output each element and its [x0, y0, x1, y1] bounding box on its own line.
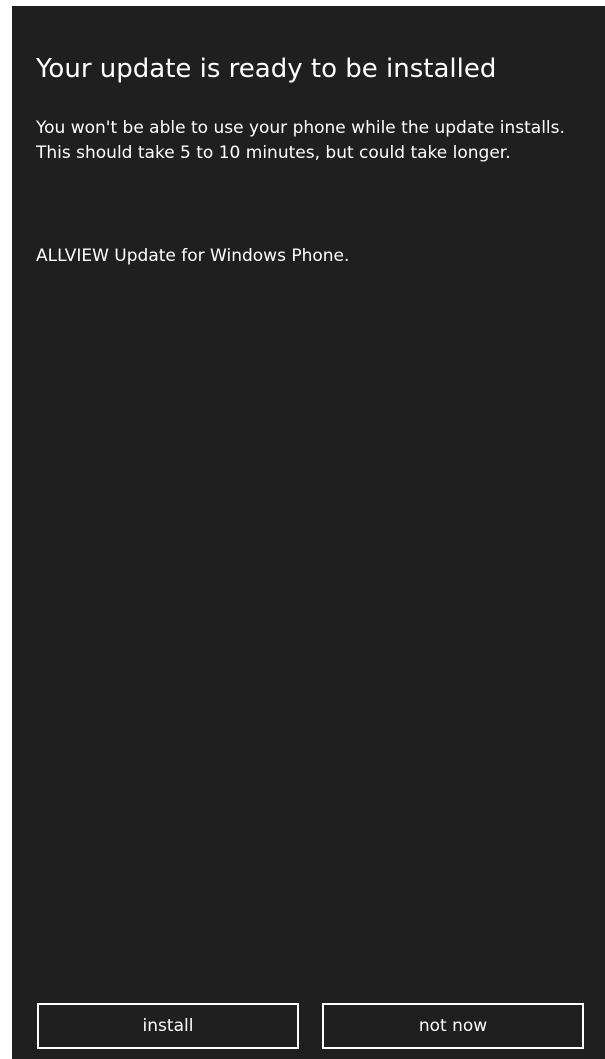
not-now-button[interactable]: not now: [322, 1003, 584, 1049]
install-button[interactable]: install: [37, 1003, 299, 1049]
page-title: Your update is ready to be installed: [36, 54, 497, 84]
update-description: You won't be able to use your phone whil…: [36, 118, 565, 163]
update-dialog-screen: Your update is ready to be installed You…: [12, 6, 605, 1059]
update-name: ALLVIEW Update for Windows Phone.: [36, 246, 350, 266]
